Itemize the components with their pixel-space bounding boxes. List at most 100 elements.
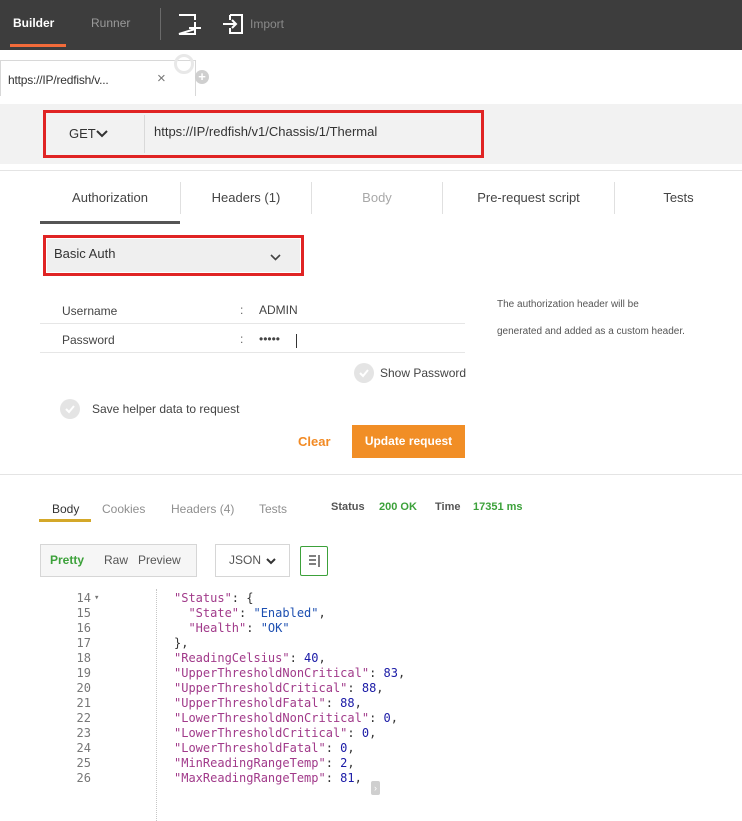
method-label: GET (69, 126, 96, 141)
json-value: 88 (361, 681, 377, 695)
clear-button[interactable]: Clear (298, 434, 331, 449)
json-key: "UpperThresholdNonCritical" (174, 666, 370, 680)
json-punctuation: , (354, 696, 362, 710)
json-key: "ReadingCelsius" (174, 651, 290, 665)
collapse-handle-icon[interactable]: › (371, 781, 380, 795)
toolbar-divider (160, 8, 161, 40)
code-text: "ReadingCelsius": 40, (174, 651, 326, 666)
json-punctuation: }, (174, 636, 189, 650)
json-punctuation: : (325, 696, 341, 710)
add-tab-icon[interactable]: + (195, 70, 209, 84)
json-punctuation: , (369, 726, 377, 740)
section-divider (0, 474, 742, 475)
code-text: "State": "Enabled", (174, 606, 326, 621)
line-number: 23 (76, 726, 91, 740)
code-line: 22 "LowerThresholdNonCritical": 0, (40, 711, 742, 726)
code-line: 21 "UpperThresholdFatal": 88, (40, 696, 742, 711)
import-icon[interactable] (221, 12, 245, 36)
json-punctuation: , (318, 651, 326, 665)
json-punctuation: , (397, 666, 406, 680)
json-value: 83 (383, 666, 398, 680)
time-value: 17351 ms (473, 501, 523, 513)
tab-authorization[interactable]: Authorization (40, 180, 180, 224)
new-tab-icon[interactable] (176, 12, 204, 38)
code-text: "UpperThresholdFatal": 88, (174, 696, 362, 711)
json-punctuation: , (318, 606, 326, 620)
request-tab[interactable]: https://IP/redfish/v... × (0, 60, 196, 96)
tab-pre-request-script[interactable]: Pre-request script (443, 180, 614, 224)
close-icon[interactable]: × (157, 70, 166, 87)
json-value: 40 (304, 651, 319, 665)
json-key: "LowerThresholdCritical" (174, 726, 348, 740)
show-password-checkbox[interactable] (354, 363, 374, 383)
format-preview[interactable]: Preview (138, 553, 181, 567)
format-pretty[interactable]: Pretty (50, 553, 84, 567)
json-key: "UpperThresholdFatal" (174, 696, 326, 710)
json-punctuation: , (347, 756, 355, 770)
section-divider (0, 170, 742, 171)
response-body-code[interactable]: 14 ▾ "Status": {15 "State": "Enabled", 16 "… (40, 589, 742, 821)
response-tab-body[interactable]: Body (52, 502, 79, 516)
response-tab-cookies[interactable]: Cookies (102, 502, 145, 516)
wrap-lines-button[interactable] (300, 546, 328, 576)
password-colon: : (240, 332, 244, 346)
update-request-button[interactable]: Update request (352, 425, 465, 458)
json-key: "Status" (174, 591, 232, 605)
tab-tests[interactable]: Tests (615, 180, 742, 224)
password-label: Password (62, 333, 115, 347)
json-value: 81 (340, 771, 355, 785)
line-number: 24 (76, 741, 91, 755)
url-input[interactable]: https://IP/redfish/v1/Chassis/1/Thermal (154, 124, 377, 139)
json-value: 0 (383, 711, 391, 725)
field-divider (40, 352, 465, 353)
username-label: Username (62, 304, 118, 318)
format-raw[interactable]: Raw (104, 553, 128, 567)
chevron-down-icon (266, 558, 276, 565)
line-number: 22 (76, 711, 91, 725)
json-punctuation: : (369, 711, 384, 725)
line-number: 17 (76, 636, 91, 650)
json-punctuation: : (369, 666, 384, 680)
status-label: Status (331, 501, 365, 513)
tab-headers[interactable]: Headers (1) (181, 180, 311, 224)
wrap-lines-icon (309, 555, 320, 567)
response-tab-underline (39, 519, 91, 522)
json-punctuation: : (289, 651, 305, 665)
username-input[interactable]: ADMIN (259, 303, 298, 317)
json-punctuation: , (347, 741, 355, 755)
builder-tab-underline (10, 44, 66, 47)
code-text: "UpperThresholdNonCritical": 83, (174, 666, 405, 681)
password-input[interactable]: ••••• (259, 332, 280, 346)
auth-help-line-2: generated and added as a custom header. (497, 326, 685, 337)
json-value: "Enabled" (253, 606, 319, 620)
code-line: 25 "MinReadingRangeTemp": 2, (40, 756, 742, 771)
save-helper-checkbox[interactable] (60, 399, 80, 419)
json-value: 0 (361, 726, 370, 740)
save-helper-label: Save helper data to request (92, 402, 240, 416)
chevron-down-icon (96, 130, 108, 138)
json-punctuation: , (354, 771, 362, 785)
tab-body[interactable]: Body (312, 180, 442, 224)
auth-help-line-1: The authorization header will be (497, 299, 639, 310)
code-text: "MaxReadingRangeTemp": 81, (174, 771, 362, 786)
builder-tab[interactable]: Builder (9, 0, 71, 50)
json-punctuation: : (347, 726, 362, 740)
show-password-label: Show Password (380, 366, 467, 380)
code-line: 20 "UpperThresholdCritical": 88, (40, 681, 742, 696)
fold-toggle-icon[interactable]: ▾ (94, 591, 104, 606)
import-button[interactable]: Import (250, 0, 284, 50)
line-number: 26 (76, 771, 91, 785)
code-line: 23 "LowerThresholdCritical": 0, (40, 726, 742, 741)
code-line: 17}, (40, 636, 742, 651)
request-tab-row: https://IP/redfish/v... × + (0, 50, 742, 96)
response-tab-tests[interactable]: Tests (259, 502, 287, 516)
json-key: "Health" (188, 621, 247, 635)
line-number: 16 (76, 621, 91, 635)
json-key: "UpperThresholdCritical" (174, 681, 348, 695)
response-tab-headers[interactable]: Headers (4) (171, 502, 234, 516)
code-line: 26 "MaxReadingRangeTemp": 81, (40, 771, 742, 786)
runner-tab[interactable]: Runner (91, 0, 130, 50)
language-label: JSON (229, 553, 262, 567)
